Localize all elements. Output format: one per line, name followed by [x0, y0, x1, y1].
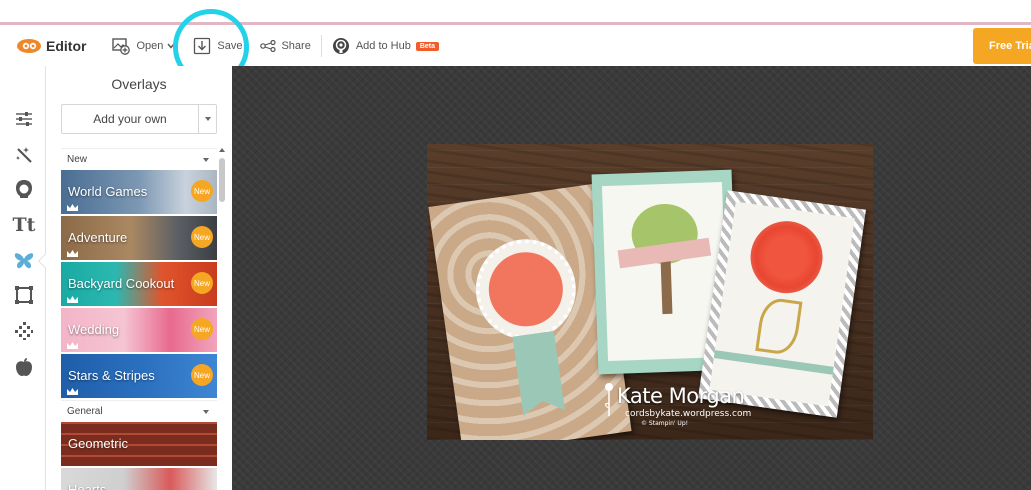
tool-textures[interactable] [13, 320, 35, 342]
section-header-label: General [67, 406, 103, 417]
share-button[interactable]: Share [260, 40, 311, 52]
editor-label: Editor [46, 38, 87, 54]
toolbar-divider [320, 35, 322, 57]
top-stripe [0, 0, 1031, 26]
overlay-label: Geometric [68, 436, 128, 451]
overlay-wedding[interactable]: Wedding New [61, 308, 217, 352]
mint-ribbon [713, 350, 834, 375]
crown-icon [67, 250, 78, 257]
open-button[interactable]: Open [112, 37, 175, 55]
tool-overlays[interactable] [13, 250, 35, 272]
tool-seasonal[interactable] [13, 356, 35, 378]
overlay-stars-stripes[interactable]: Stars & Stripes New [61, 354, 217, 398]
new-badge: New [191, 226, 213, 248]
butterfly-icon [14, 253, 34, 269]
hub-icon [332, 38, 349, 54]
crown-icon [67, 342, 78, 349]
share-icon [260, 40, 277, 52]
panel-title: Overlays [111, 76, 167, 92]
overlay-geometric[interactable]: Geometric [61, 422, 217, 466]
open-image-icon [112, 38, 131, 55]
logo-icon [17, 39, 41, 53]
open-label: Open [136, 40, 164, 52]
overlay-list: New World Games New Adventure New Backya… [61, 148, 217, 490]
editor-logo[interactable]: Editor [16, 38, 86, 54]
new-badge: New [191, 272, 213, 294]
red-bloom [745, 216, 828, 298]
overlay-hearts[interactable]: Hearts [61, 468, 217, 490]
add-to-hub-button[interactable]: Add to Hub Beta [332, 37, 440, 55]
gold-leaf [755, 296, 803, 357]
tree-trunk [660, 258, 673, 315]
overlay-label: Stars & Stripes [68, 368, 155, 383]
add-your-own-label: Add your own [93, 112, 167, 126]
add-your-own-button[interactable]: Add your own [61, 104, 217, 134]
overlays-panel: Overlays Add your own New World Games Ne… [46, 66, 232, 490]
overlay-adventure[interactable]: Adventure New [61, 216, 217, 260]
free-trial-button[interactable]: Free Trial [973, 28, 1031, 64]
photo-editor-app: Editor Open Save Share Add to Hub Beta F… [0, 0, 1031, 490]
overlay-list-scrollbar[interactable] [219, 148, 225, 490]
tool-effects[interactable] [13, 144, 35, 166]
new-badge: New [191, 364, 213, 386]
overlay-label: Backyard Cookout [68, 276, 175, 291]
frame-icon [15, 286, 33, 304]
sliders-icon [16, 112, 32, 126]
toolbar: Editor Open Save Share Add to Hub Beta F… [0, 26, 1031, 66]
texture-icon [15, 322, 33, 340]
card-inner [709, 201, 855, 407]
flower-watermark-icon [605, 383, 613, 416]
overlay-backyard-cookout[interactable]: Backyard Cookout New [61, 262, 217, 306]
overlay-label: Hearts [68, 482, 107, 490]
tool-touch-up[interactable] [13, 178, 35, 200]
new-badge: New [191, 180, 213, 202]
photo-preview[interactable]: Kate Morgan cordsbykate.wordpress.com © … [427, 144, 873, 440]
scroll-up-icon[interactable] [219, 148, 225, 152]
scrollbar-thumb[interactable] [219, 158, 225, 202]
share-label: Share [281, 40, 311, 52]
watermark-copyright: © Stampin' Up! [641, 420, 689, 427]
section-header-general[interactable]: General [61, 400, 217, 422]
watermark-site: cordsbykate.wordpress.com [625, 409, 752, 419]
chevron-down-icon [167, 43, 175, 49]
section-header-new[interactable]: New [61, 148, 217, 170]
watermark-name: Kate Morgan [617, 384, 745, 408]
magic-wand-icon [16, 147, 32, 163]
tool-adjust[interactable] [13, 108, 35, 130]
add-your-own-dropdown[interactable] [198, 105, 216, 133]
new-badge: New [191, 318, 213, 340]
crown-icon [67, 388, 78, 395]
tool-frames[interactable] [13, 284, 35, 306]
overlay-label: Adventure [68, 230, 128, 245]
save-button[interactable]: Save [193, 37, 242, 55]
tool-rail: Tt [0, 66, 53, 490]
section-header-label: New [67, 154, 88, 165]
hub-label: Add to Hub [355, 40, 411, 52]
caret-down-icon [204, 117, 211, 121]
crown-icon [67, 204, 78, 211]
tool-text[interactable]: Tt [13, 214, 36, 236]
overlay-label: Wedding [68, 322, 120, 337]
face-icon [16, 180, 32, 198]
download-icon [194, 37, 211, 55]
overlay-label: World Games [68, 184, 148, 199]
overlay-world-games[interactable]: World Games New [61, 170, 217, 214]
save-label: Save [217, 40, 243, 52]
crown-icon [67, 296, 78, 303]
caret-down-icon [203, 410, 209, 414]
apple-icon [16, 358, 32, 376]
top-accent-line [0, 22, 1031, 25]
caret-down-icon [203, 158, 209, 162]
beta-badge: Beta [415, 41, 440, 51]
editor-canvas: Kate Morgan cordsbykate.wordpress.com © … [232, 66, 1031, 490]
